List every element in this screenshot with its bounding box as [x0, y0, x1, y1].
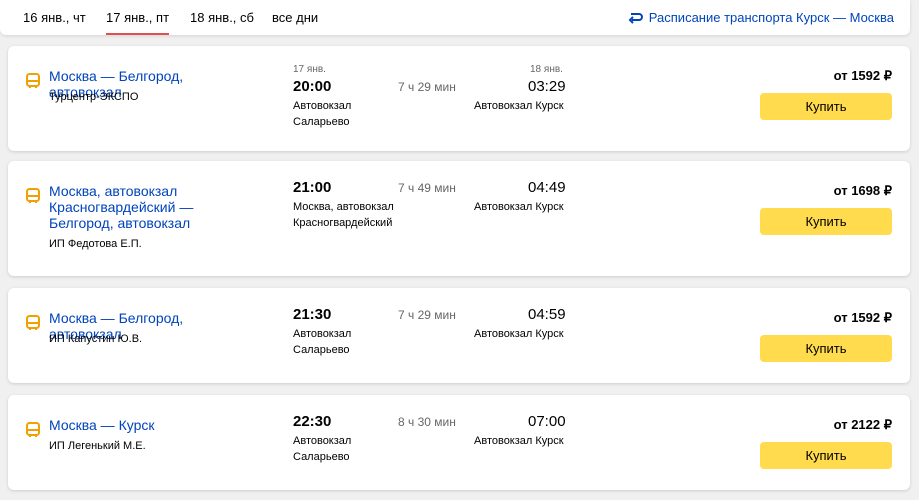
departure-station: Автовокзал Саларьево	[293, 435, 352, 463]
arrival-time: 04:49	[528, 179, 566, 196]
trip-card: Москва — Белгород, автовокзал Турцентр-Э…	[8, 46, 910, 151]
departure-time: 22:30	[293, 413, 332, 430]
tab-16-jan[interactable]: 16 янв., чт	[23, 10, 86, 35]
arrival-station: Автовокзал Курск	[474, 435, 564, 447]
ticket-price: от 2122 ₽	[833, 417, 892, 432]
arrival-time: 03:29	[528, 78, 566, 95]
date-tabs-bar: 16 янв., чт 17 янв., пт 18 янв., сб все …	[0, 0, 910, 35]
swap-direction-icon	[628, 12, 643, 24]
arrival-time: 04:59	[528, 306, 566, 323]
bus-icon	[26, 188, 40, 203]
route-link[interactable]: Москва, автовокзал Красногвардейский — Б…	[49, 183, 259, 231]
buy-button[interactable]: Купить	[760, 208, 892, 235]
departure-station: Москва, автовокзал Красногвардейский	[293, 201, 394, 229]
arrival-station: Автовокзал Курск	[474, 201, 564, 213]
trip-duration: 7 ч 29 мин	[398, 80, 456, 94]
trip-duration: 7 ч 49 мин	[398, 181, 456, 195]
ticket-price: от 1592 ₽	[833, 68, 892, 83]
tab-18-jan[interactable]: 18 янв., сб	[190, 10, 254, 35]
departure-station: Автовокзал Саларьево	[293, 328, 352, 356]
trip-card: Москва — Курск ИП Легенький М.Е. 22:30 А…	[8, 395, 910, 490]
buy-button[interactable]: Купить	[760, 442, 892, 469]
departure-time: 20:00	[293, 78, 332, 95]
trip-card: Москва, автовокзал Красногвардейский — Б…	[8, 161, 910, 276]
departure-time: 21:00	[293, 179, 332, 196]
carrier-name: ИП Федотова Е.П.	[49, 238, 142, 250]
trip-duration: 8 ч 30 мин	[398, 415, 456, 429]
trip-card: Москва — Белгород, автовокзал ИП Капусти…	[8, 288, 910, 383]
ticket-price: от 1592 ₽	[833, 310, 892, 325]
bus-icon	[26, 315, 40, 330]
trip-duration: 7 ч 29 мин	[398, 308, 456, 322]
arrival-date: 18 янв.	[530, 64, 563, 75]
carrier-name: ИП Легенький М.Е.	[49, 440, 146, 452]
arrival-station: Автовокзал Курск	[474, 328, 564, 340]
tab-17-jan[interactable]: 17 янв., пт	[106, 10, 170, 35]
carrier-name: ИП Капустин Ю.В.	[49, 333, 143, 345]
schedule-link-label: Расписание транспорта Курск — Москва	[648, 10, 894, 25]
arrival-time: 07:00	[528, 413, 566, 430]
departure-date: 17 янв.	[293, 64, 326, 75]
departure-time: 21:30	[293, 306, 332, 323]
ticket-price: от 1698 ₽	[833, 183, 892, 198]
tab-all-days[interactable]: все дни	[272, 10, 318, 35]
buy-button[interactable]: Купить	[760, 335, 892, 362]
bus-icon	[26, 422, 40, 437]
departure-station: Автовокзал Саларьево	[293, 100, 352, 128]
route-link[interactable]: Москва — Курск	[49, 417, 259, 433]
bus-icon	[26, 73, 40, 88]
arrival-station: Автовокзал Курск	[474, 100, 564, 112]
reverse-schedule-link[interactable]: Расписание транспорта Курск — Москва	[627, 10, 894, 25]
carrier-name: Турцентр-ЭКСПО	[49, 91, 139, 103]
buy-button[interactable]: Купить	[760, 93, 892, 120]
